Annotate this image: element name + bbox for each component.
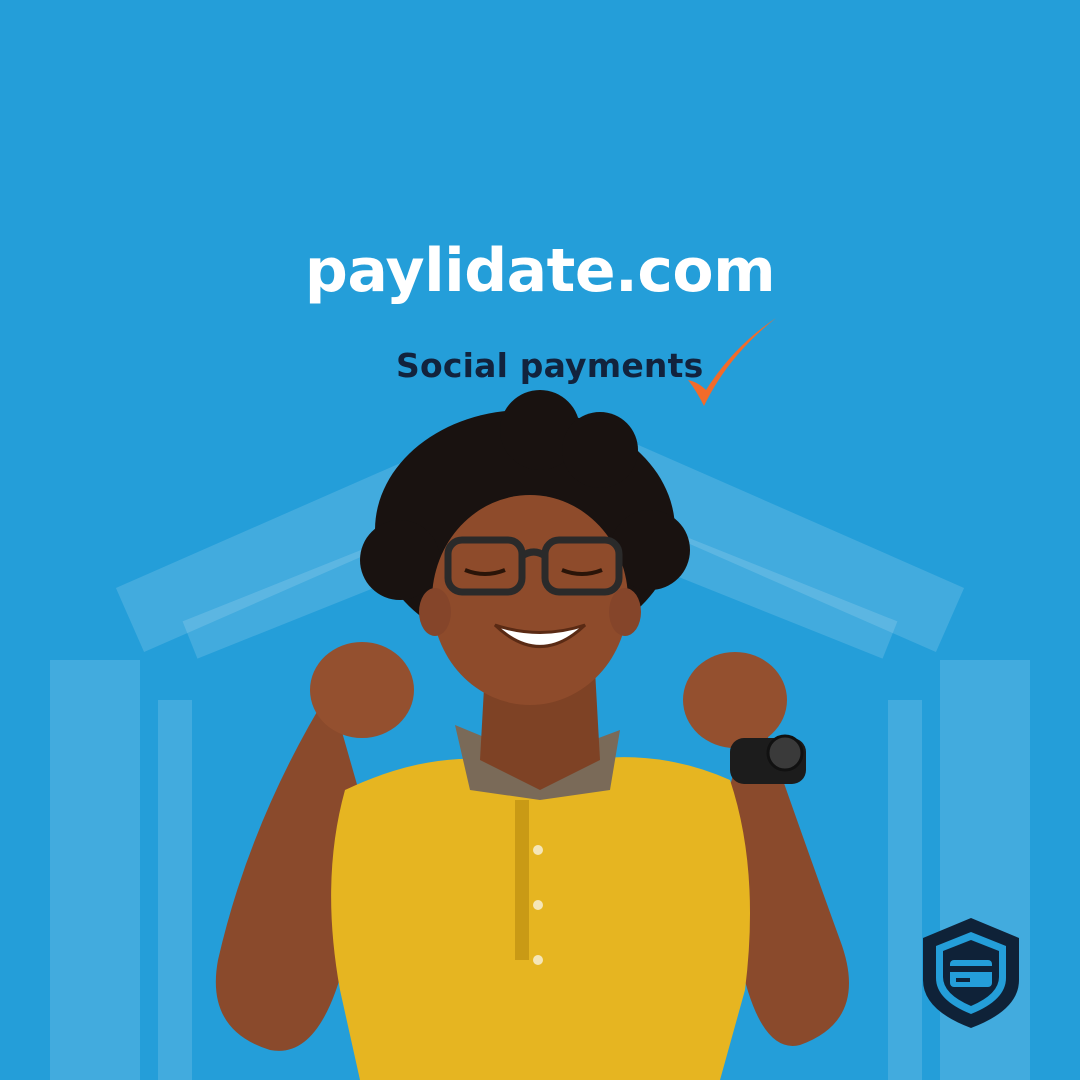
shield-card-logo-icon — [923, 918, 1019, 1028]
promo-canvas: paylidate.com Social payments — [0, 0, 1080, 1080]
